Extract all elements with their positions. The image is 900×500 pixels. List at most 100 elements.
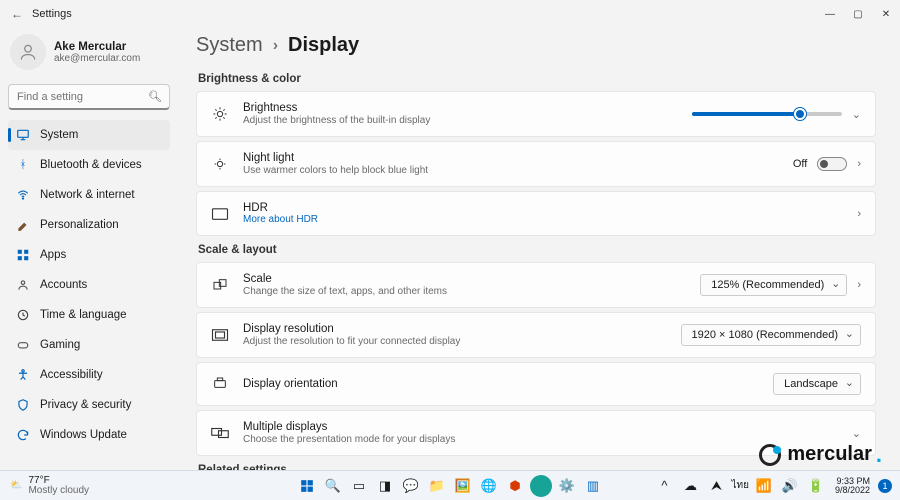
app-pinned-2[interactable]: ▥ bbox=[582, 475, 604, 497]
card-brightness[interactable]: Brightness Adjust the brightness of the … bbox=[196, 91, 876, 137]
sidebar-item-system[interactable]: System bbox=[8, 120, 170, 150]
sidebar-item-label: Gaming bbox=[40, 339, 80, 351]
orientation-dropdown[interactable]: Landscape bbox=[773, 373, 861, 395]
hdr-link[interactable]: More about HDR bbox=[243, 214, 843, 225]
chevron-down-icon[interactable]: ⌄ bbox=[852, 427, 861, 440]
paint-icon bbox=[16, 218, 30, 232]
photos-app[interactable]: 🖼️ bbox=[452, 475, 474, 497]
close-button[interactable]: ✕ bbox=[872, 0, 900, 28]
breadcrumb-root[interactable]: System bbox=[196, 34, 263, 57]
titlebar: ← Settings — ▢ ✕ bbox=[0, 0, 900, 28]
volume-tray-icon[interactable]: 🔊 bbox=[779, 475, 801, 497]
accessibility-icon bbox=[16, 368, 30, 382]
sidebar-item-time[interactable]: Time & language bbox=[8, 300, 170, 330]
sidebar-item-personalization[interactable]: Personalization bbox=[8, 210, 170, 240]
watermark-text: mercular bbox=[787, 443, 872, 466]
battery-tray-icon[interactable]: 🔋 bbox=[805, 475, 827, 497]
card-subtitle: Adjust the resolution to fit your connec… bbox=[243, 336, 667, 347]
sidebar-item-label: Personalization bbox=[40, 219, 119, 231]
resolution-dropdown[interactable]: 1920 × 1080 (Recommended) bbox=[681, 324, 861, 346]
card-title: Display resolution bbox=[243, 323, 667, 335]
notification-badge[interactable]: 1 bbox=[878, 479, 892, 493]
start-button[interactable] bbox=[296, 475, 318, 497]
brightness-icon bbox=[211, 106, 229, 122]
watermark-logo bbox=[759, 444, 781, 466]
explorer-app[interactable]: 📁 bbox=[426, 475, 448, 497]
sidebar-item-network[interactable]: Network & internet bbox=[8, 180, 170, 210]
sidebar-item-label: Windows Update bbox=[40, 429, 127, 441]
clock[interactable]: 9:33 PM 9/8/2022 bbox=[835, 477, 870, 495]
card-subtitle: Change the size of text, apps, and other… bbox=[243, 286, 686, 297]
app-pinned-1[interactable] bbox=[530, 475, 552, 497]
breadcrumb: System › Display bbox=[196, 32, 876, 65]
scale-dropdown[interactable]: 125% (Recommended) bbox=[700, 274, 847, 296]
shield-icon bbox=[16, 398, 30, 412]
card-hdr[interactable]: HDR More about HDR › bbox=[196, 191, 876, 236]
update-icon bbox=[16, 428, 30, 442]
sidebar-item-label: Time & language bbox=[40, 309, 127, 321]
sidebar-item-accessibility[interactable]: Accessibility bbox=[8, 360, 170, 390]
wifi-tray-icon[interactable]: 📶 bbox=[753, 475, 775, 497]
chat-app[interactable]: 💬 bbox=[400, 475, 422, 497]
taskbar-apps: 🔍 ▭ ◨ 💬 📁 🖼️ 🌐 ⬢ ⚙️ ▥ bbox=[296, 475, 604, 497]
gaming-icon bbox=[16, 338, 30, 352]
hdr-icon bbox=[211, 207, 229, 221]
sidebar-item-label: Apps bbox=[40, 249, 66, 261]
profile-email: ake@mercular.com bbox=[54, 53, 140, 64]
tray-overflow[interactable]: ^ bbox=[653, 475, 675, 497]
card-subtitle: Adjust the brightness of the built-in di… bbox=[243, 115, 678, 126]
card-scale[interactable]: Scale Change the size of text, apps, and… bbox=[196, 262, 876, 308]
input-language[interactable]: ไทย bbox=[731, 478, 748, 493]
clock-date: 9/8/2022 bbox=[835, 486, 870, 495]
page-title: Display bbox=[288, 34, 359, 57]
night-light-icon bbox=[211, 156, 229, 172]
sidebar-item-accounts[interactable]: Accounts bbox=[8, 270, 170, 300]
section-brightness: Brightness & color bbox=[198, 73, 876, 85]
chevron-right-icon[interactable]: › bbox=[857, 158, 861, 170]
settings-app[interactable]: ⚙️ bbox=[556, 475, 578, 497]
brightness-slider[interactable] bbox=[692, 112, 842, 116]
office-app[interactable]: ⬢ bbox=[504, 475, 526, 497]
toggle-state-label: Off bbox=[793, 158, 807, 170]
card-title: Display orientation bbox=[243, 378, 759, 390]
weather-desc: Mostly cloudy bbox=[28, 486, 89, 496]
taskbar: ⛅ 77°F Mostly cloudy 🔍 ▭ ◨ 💬 📁 🖼️ 🌐 ⬢ ⚙️… bbox=[0, 470, 900, 500]
sidebar-item-label: Network & internet bbox=[40, 189, 135, 201]
maximize-button[interactable]: ▢ bbox=[844, 0, 872, 28]
clock-icon bbox=[16, 308, 30, 322]
sidebar-item-privacy[interactable]: Privacy & security bbox=[8, 390, 170, 420]
weather-widget[interactable]: ⛅ 77°F Mostly cloudy bbox=[0, 476, 89, 496]
widgets-button[interactable]: ◨ bbox=[374, 475, 396, 497]
back-button[interactable]: ← bbox=[6, 7, 28, 21]
scale-icon bbox=[211, 277, 229, 293]
chevron-right-icon[interactable]: › bbox=[857, 279, 861, 291]
search-button[interactable]: 🔍 bbox=[322, 475, 344, 497]
card-resolution[interactable]: Display resolution Adjust the resolution… bbox=[196, 312, 876, 358]
onedrive-icon[interactable]: ☁ bbox=[679, 475, 701, 497]
bluetooth-icon: ᚼ bbox=[16, 158, 30, 172]
system-icon bbox=[16, 128, 30, 142]
weather-icon: ⛅ bbox=[10, 481, 22, 491]
chevron-right-icon[interactable]: › bbox=[857, 208, 861, 220]
sidebar-item-bluetooth[interactable]: ᚼ Bluetooth & devices bbox=[8, 150, 170, 180]
card-night-light[interactable]: Night light Use warmer colors to help bl… bbox=[196, 141, 876, 187]
minimize-button[interactable]: — bbox=[816, 0, 844, 28]
chevron-down-icon[interactable]: ⌄ bbox=[852, 108, 861, 121]
search-box[interactable]: 🔍︎ bbox=[8, 84, 170, 110]
sidebar-item-gaming[interactable]: Gaming bbox=[8, 330, 170, 360]
sidebar-item-update[interactable]: Windows Update bbox=[8, 420, 170, 450]
profile-block[interactable]: Ake Mercular ake@mercular.com bbox=[8, 32, 170, 80]
sidebar-item-label: Bluetooth & devices bbox=[40, 159, 142, 171]
sidebar-item-label: Privacy & security bbox=[40, 399, 131, 411]
edge-app[interactable]: 🌐 bbox=[478, 475, 500, 497]
taskview-button[interactable]: ▭ bbox=[348, 475, 370, 497]
card-title: Scale bbox=[243, 273, 686, 285]
card-title: Night light bbox=[243, 152, 779, 164]
night-light-toggle[interactable] bbox=[817, 157, 847, 171]
location-icon[interactable]: ⮝ bbox=[705, 475, 727, 497]
card-orientation[interactable]: Display orientation Landscape bbox=[196, 362, 876, 406]
search-input[interactable] bbox=[8, 84, 170, 110]
multi-display-icon bbox=[211, 426, 229, 440]
sidebar-item-apps[interactable]: Apps bbox=[8, 240, 170, 270]
sidebar-item-label: System bbox=[40, 129, 78, 141]
